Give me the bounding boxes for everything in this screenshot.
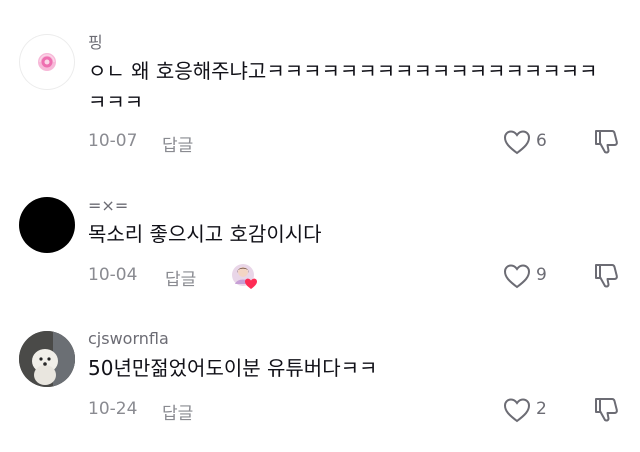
heart-outline-icon[interactable]	[503, 129, 531, 155]
heart-outline-icon[interactable]	[503, 397, 531, 423]
reply-button[interactable]: 답글	[162, 131, 193, 156]
avatar[interactable]	[19, 331, 75, 387]
thumbs-down-icon[interactable]	[592, 396, 620, 424]
pink-swirl-avatar-icon	[38, 53, 56, 71]
comment-date: 10-04	[88, 265, 138, 285]
comment-username[interactable]: cjswornfla	[88, 329, 169, 348]
comment-date: 10-24	[88, 399, 138, 419]
avatar[interactable]	[19, 197, 75, 253]
comment-text: ㅇㄴ 왜 호응해주냐고ㅋㅋㅋㅋㅋㅋㅋㅋㅋㅋㅋㅋㅋㅋㅋㅋㅋㅋㅋㅋㅋ	[88, 59, 598, 114]
comment-date: 10-07	[88, 131, 138, 151]
comment-text: 목소리 좋으시고 호감이시다	[88, 222, 322, 246]
comment-text: 50년만젊었어도이분 유튜버다ㅋㅋ	[88, 356, 378, 380]
thumbs-down-icon[interactable]	[592, 262, 620, 290]
avatar[interactable]	[19, 34, 75, 90]
comment-username[interactable]: =×=	[88, 196, 128, 215]
like-count: 2	[536, 399, 547, 419]
like-count: 6	[536, 131, 547, 151]
heart-outline-icon[interactable]	[503, 263, 531, 289]
reply-button[interactable]: 답글	[165, 265, 196, 290]
dog-photo-avatar-icon	[19, 331, 75, 387]
creator-liked-badge-icon	[232, 264, 257, 289]
thumbs-down-icon[interactable]	[592, 128, 620, 156]
comment-username[interactable]: 핑	[88, 29, 103, 53]
reply-button[interactable]: 답글	[162, 399, 193, 424]
like-count: 9	[536, 265, 547, 285]
